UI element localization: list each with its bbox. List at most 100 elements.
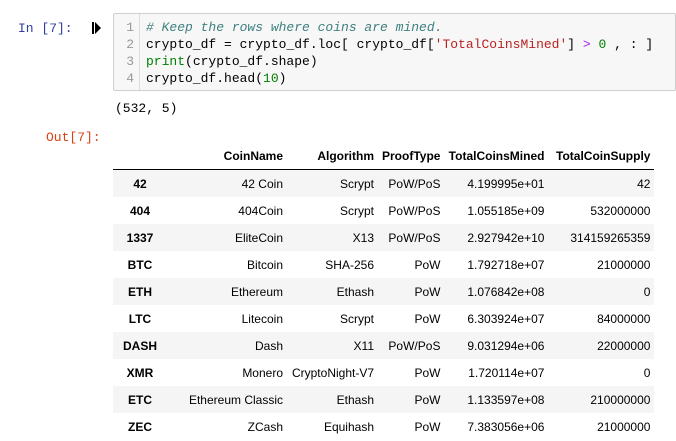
table-cell: 1.055185e+09: [467, 203, 545, 218]
table-cell: 21000000: [597, 257, 651, 272]
column-header-algorithm: Algorithm: [287, 142, 378, 170]
code-token: # Keep the rows where coins are mined.: [146, 20, 443, 35]
code-token: 'TotalCoinsMined': [434, 37, 568, 52]
table-cell: 4.199995e+01: [467, 176, 545, 191]
table-cell: 1.133597e+08: [467, 392, 545, 407]
table-cell: 210000000: [590, 392, 651, 407]
table-cell: 7.383056e+06: [467, 419, 545, 434]
table-row: ZEC ZCash Equihash PoW 7.383056e+06 21000000: [113, 413, 654, 440]
table-cell: Scrypt: [339, 176, 374, 191]
table-cell: PoW: [414, 284, 441, 299]
table-cell: 1.792718e+07: [467, 257, 545, 272]
row-index-cell: 1337: [126, 230, 154, 245]
code-token: crypto_df = crypto_df.loc[ crypto_df[: [146, 37, 435, 52]
line-number: 2: [126, 37, 134, 52]
code-text: crypto_df = crypto_df.loc[ crypto_df['To…: [146, 36, 653, 53]
line-number: 1: [126, 20, 134, 35]
table-row: XMR Monero CryptoNight-V7 PoW 1.720114e+07 0: [113, 359, 654, 386]
table-cell: PoW: [414, 419, 441, 434]
table-cell: 84000000: [597, 311, 651, 326]
code-text: print(crypto_df.shape): [146, 53, 318, 70]
run-marker-icon[interactable]: [92, 22, 101, 34]
row-index-cell: BTC: [127, 257, 153, 272]
code-token: (crypto_df.shape): [185, 54, 318, 69]
table-cell: X13: [352, 230, 374, 245]
table-cell: Ethereum Classic: [188, 392, 283, 407]
column-header-prooftype: ProofType: [378, 142, 445, 170]
row-index-cell: XMR: [126, 365, 154, 380]
row-index-cell: ZEC: [128, 419, 152, 434]
table-cell: Ethash: [336, 392, 374, 407]
table-cell: PoW: [414, 257, 441, 272]
table-cell: Dash: [254, 338, 283, 353]
table-cell: ZCash: [247, 419, 283, 434]
table-cell: Scrypt: [339, 203, 374, 218]
table-cell: X11: [353, 338, 374, 353]
output-prompt: Out[7]:: [46, 130, 101, 145]
table-cell: PoW: [414, 365, 441, 380]
table-row: 404 404Coin Scrypt PoW/PoS 1.055185e+09 53200…: [113, 197, 654, 224]
table-cell: 21000000: [597, 419, 651, 434]
input-prompt: In [7]:: [18, 21, 73, 36]
table-cell: EliteCoin: [234, 230, 283, 245]
table-cell: Monero: [242, 365, 283, 380]
column-header-totalcoinsupply: TotalCoinSupply: [548, 142, 655, 170]
table-row: LTC Litecoin Scrypt PoW 6.303924e+07 84000000: [113, 305, 654, 332]
code-text: # Keep the rows where coins are mined.: [146, 19, 442, 36]
table-cell: 0: [643, 284, 651, 299]
table-cell: PoW/PoS: [388, 230, 441, 245]
table-cell: 404Coin: [238, 203, 283, 218]
line-number: 3: [126, 54, 134, 69]
code-token: print: [146, 54, 186, 69]
table-cell: 2.927942e+10: [467, 230, 545, 245]
code-token: ]: [567, 37, 583, 52]
table-row: 1337 EliteCoin X13 PoW/PoS 2.927942e+10 31415…: [113, 224, 655, 251]
code-text: crypto_df.head(10): [146, 70, 286, 87]
table-cell: 9.031294e+06: [467, 338, 545, 353]
table-cell: 1.076842e+08: [467, 284, 545, 299]
table-cell: 22000000: [597, 338, 651, 353]
table-cell: 314159265359: [570, 230, 651, 245]
row-index-cell: LTC: [128, 311, 152, 326]
table-cell: PoW: [414, 392, 441, 407]
table-cell: PoW/PoS: [388, 203, 441, 218]
table-row: DASH Dash X11 PoW/PoS 9.031294e+06 22000000: [113, 332, 655, 359]
row-index-cell: ETC: [128, 392, 152, 407]
table-cell: PoW/PoS: [388, 176, 441, 191]
table-cell: Ethash: [336, 284, 374, 299]
code-token: 10: [263, 71, 279, 86]
table-cell: 532000000: [590, 203, 651, 218]
column-header-coinname: CoinName: [167, 142, 287, 170]
line-number: 4: [126, 71, 134, 86]
code-token: crypto_df.head(: [146, 71, 264, 86]
table-cell: PoW: [414, 311, 441, 326]
table-row: 42 42 Coin Scrypt PoW/PoS 4.199995e+01 42: [113, 169, 655, 197]
table-cell: 42: [637, 176, 651, 191]
table-header-row: CoinName Algorithm ProofType TotalCoinsM…: [113, 142, 655, 170]
column-header-index: [113, 142, 167, 170]
table-cell: 42 Coin: [241, 176, 283, 191]
row-index-cell: 42: [133, 176, 147, 191]
column-header-totalcoinsmined: TotalCoinsMined: [444, 142, 549, 170]
row-index-cell: 404: [129, 203, 151, 218]
code-token: >: [582, 37, 591, 52]
dataframe-table: CoinName Algorithm ProofType TotalCoinsM…: [113, 142, 655, 441]
table-cell: Litecoin: [241, 311, 283, 326]
table-cell: 1.720114e+07: [468, 365, 545, 380]
table-cell: 0: [643, 365, 651, 380]
table-cell: Ethereum: [230, 284, 283, 299]
code-editor[interactable]: 1 # Keep the rows where coins are mined. 2…: [113, 13, 676, 91]
table-cell: CryptoNight-V7: [291, 365, 374, 380]
code-token: , : ]: [606, 37, 654, 52]
table-cell: Equihash: [323, 419, 374, 434]
table-row: ETC Ethereum Classic Ethash PoW 1.133597e+08…: [113, 386, 655, 413]
row-index-cell: DASH: [122, 338, 157, 353]
stdout-text: (532, 5): [115, 101, 178, 116]
code-token: ): [278, 71, 287, 86]
table-cell: Bitcoin: [246, 257, 283, 272]
table-cell: PoW/PoS: [388, 338, 441, 353]
table-body: 42 42 Coin Scrypt PoW/PoS 4.199995e+01 42 404 4…: [113, 169, 655, 441]
row-index-cell: ETH: [128, 284, 152, 299]
table-cell: Scrypt: [339, 311, 374, 326]
